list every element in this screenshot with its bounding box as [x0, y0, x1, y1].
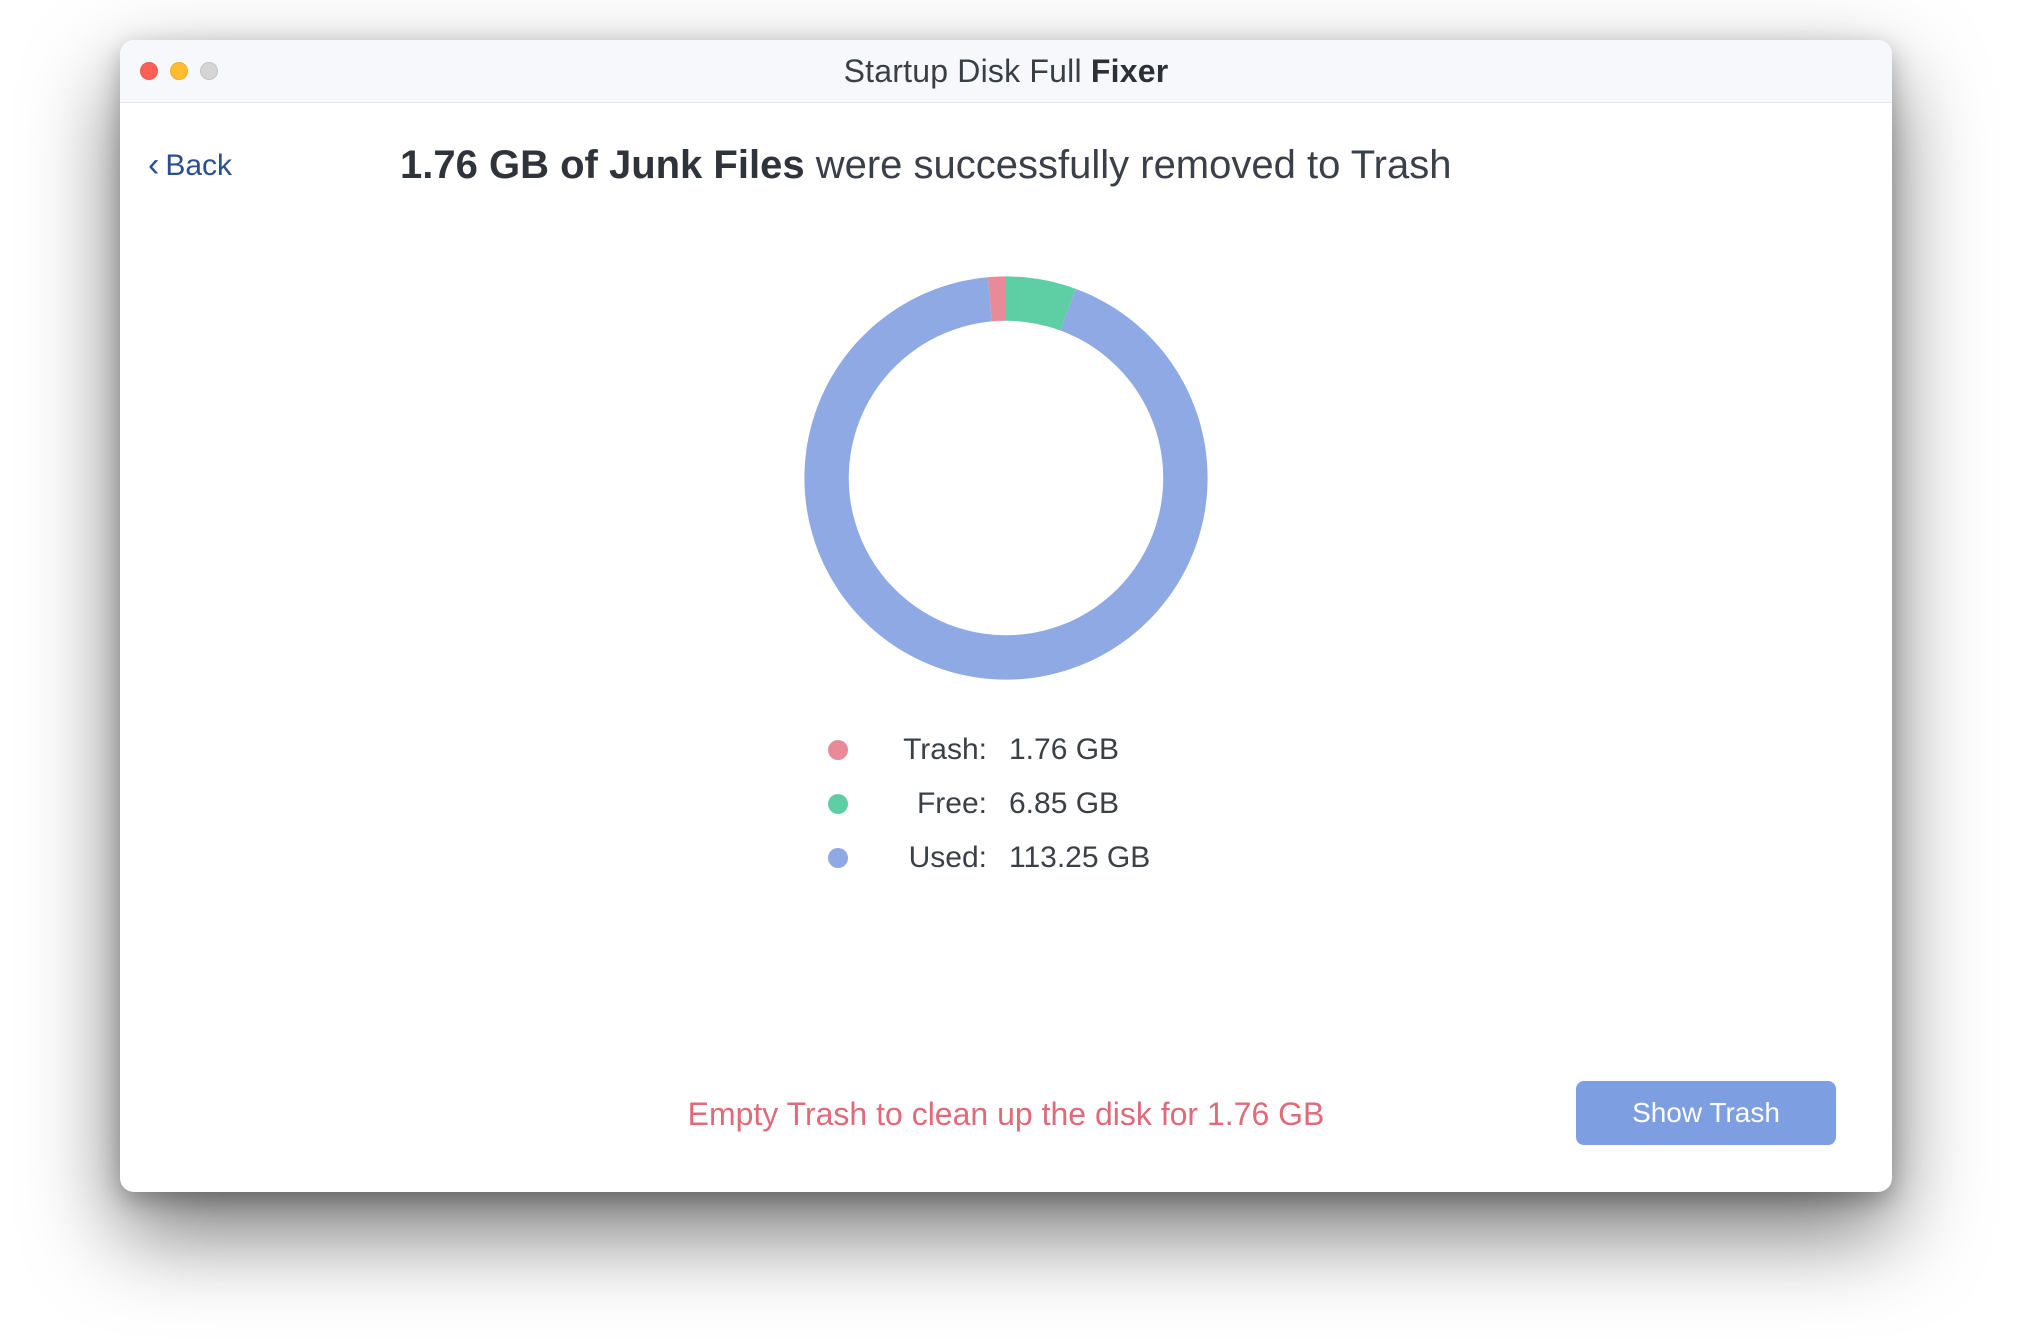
back-button[interactable]: ‹ Back: [148, 149, 232, 183]
legend-label: Used:: [871, 841, 991, 875]
zoom-icon: [200, 62, 218, 80]
legend-label: Free:: [871, 787, 991, 821]
legend-value: 1.76 GB: [1009, 733, 1189, 767]
result-headline: 1.76 GB of Junk Files were successfully …: [400, 143, 1832, 188]
legend-row-free: Free: 6.85 GB: [823, 777, 1189, 831]
window-title-bold: Fixer: [1091, 53, 1168, 89]
window-title-prefix: Startup Disk Full: [844, 53, 1091, 89]
app-window: Startup Disk Full Fixer ‹ Back 1.76 GB o…: [120, 40, 1892, 1192]
disk-usage-donut: [796, 268, 1216, 688]
empty-trash-hint: Empty Trash to clean up the disk for 1.7…: [688, 1096, 1325, 1133]
legend: Trash: 1.76 GB Free: 6.85 GB Used: 113.2…: [823, 723, 1189, 885]
legend-label: Trash:: [871, 733, 991, 767]
chevron-left-icon: ‹: [148, 148, 159, 182]
legend-row-used: Used: 113.25 GB: [823, 831, 1189, 885]
legend-swatch-free: [828, 794, 848, 814]
minimize-icon[interactable]: [170, 62, 188, 80]
window-title: Startup Disk Full Fixer: [844, 53, 1169, 90]
window-controls: [140, 62, 218, 80]
legend-swatch-used: [828, 848, 848, 868]
legend-value: 113.25 GB: [1009, 841, 1189, 875]
content-area: ‹ Back 1.76 GB of Junk Files were succes…: [120, 103, 1892, 1192]
legend-row-trash: Trash: 1.76 GB: [823, 723, 1189, 777]
back-label: Back: [165, 149, 232, 183]
close-icon[interactable]: [140, 62, 158, 80]
legend-swatch-trash: [828, 740, 848, 760]
legend-value: 6.85 GB: [1009, 787, 1189, 821]
titlebar: Startup Disk Full Fixer: [120, 40, 1892, 103]
show-trash-button[interactable]: Show Trash: [1576, 1081, 1836, 1145]
headline-rest: were successfully removed to Trash: [805, 143, 1452, 187]
headline-bold: 1.76 GB of Junk Files: [400, 143, 805, 187]
